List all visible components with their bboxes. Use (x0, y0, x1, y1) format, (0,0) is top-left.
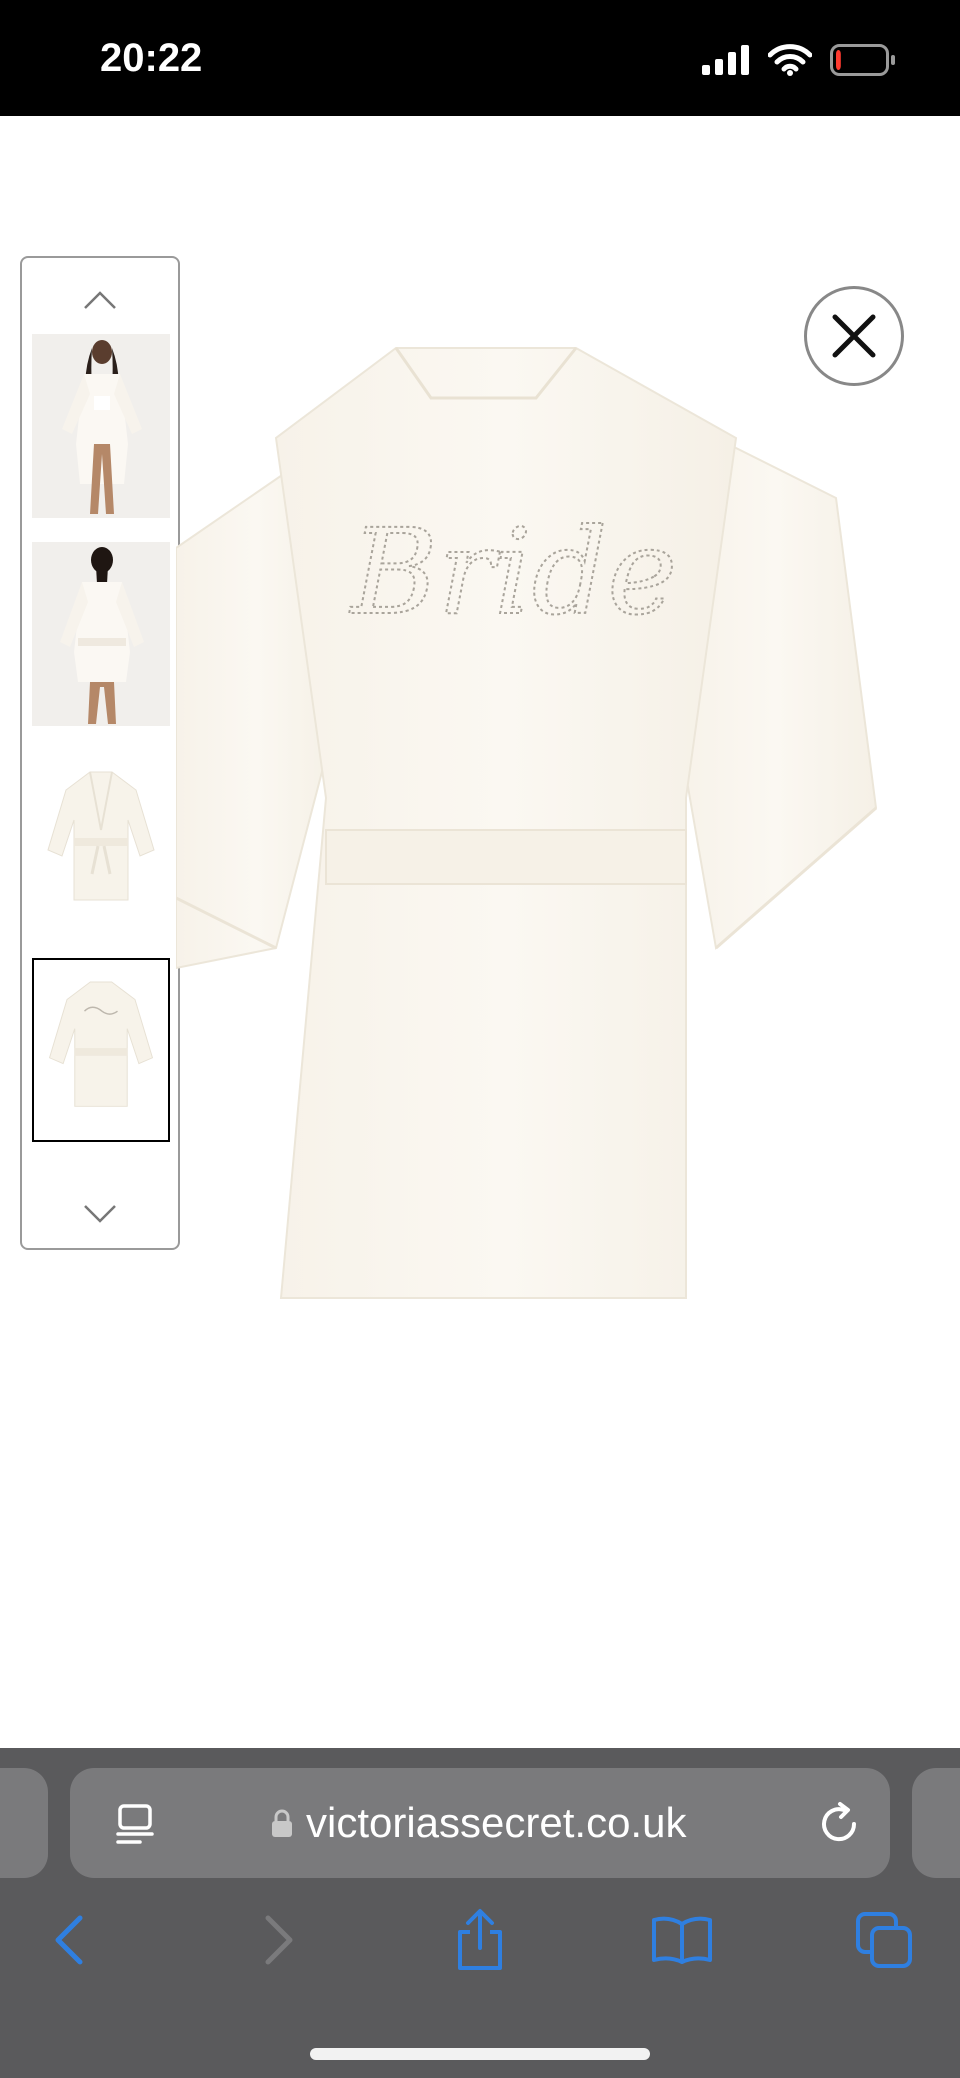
battery-level (836, 50, 841, 70)
thumbnail-image (34, 960, 168, 1140)
share-icon (458, 1909, 502, 1970)
back-chevron-icon (55, 1915, 83, 1965)
main-product-image: Bride (175, 338, 886, 1313)
browser-toolbar (0, 1886, 960, 1996)
bride-embroidery: Bride (349, 503, 677, 641)
forward-button[interactable] (246, 1908, 310, 1972)
share-button[interactable] (448, 1908, 512, 1972)
thumbnail-robe-back[interactable] (32, 958, 170, 1142)
book-icon (652, 1916, 712, 1964)
thumbnail-model-back[interactable] (32, 542, 170, 726)
reload-icon[interactable] (816, 1800, 862, 1846)
thumbnail-scroll-down-button[interactable] (22, 1194, 178, 1234)
home-indicator (310, 2048, 650, 2060)
next-tab-preview[interactable] (912, 1768, 960, 1878)
address-bar[interactable]: victoriassecret.co.uk (70, 1768, 890, 1878)
battery-icon (830, 44, 895, 76)
url-text: victoriassecret.co.uk (306, 1799, 687, 1846)
thumbnail-image (32, 334, 170, 518)
thumbnail-image (32, 542, 170, 726)
thumbnail-rail (20, 256, 180, 1250)
status-icons (702, 44, 896, 76)
thumbnail-model-front[interactable] (32, 334, 170, 518)
chevron-down-icon (84, 1205, 116, 1223)
chevron-up-icon (84, 291, 116, 309)
status-time: 20:22 (100, 36, 203, 80)
browser-bottom-bar: victoriassecret.co.uk (0, 1748, 960, 2078)
lock-icon (272, 1809, 292, 1837)
page-menu-icon[interactable] (110, 1798, 160, 1848)
url-display[interactable]: victoriassecret.co.uk (270, 1768, 770, 1878)
back-button[interactable] (38, 1908, 102, 1972)
robe-back-image: Bride (175, 347, 878, 1299)
status-bar: 20:22 (0, 0, 960, 116)
product-image-viewer: Bride (0, 116, 960, 1748)
forward-chevron-icon (265, 1915, 293, 1965)
bookmarks-button[interactable] (650, 1908, 714, 1972)
wifi-icon (768, 44, 812, 76)
thumbnail-image (32, 750, 170, 934)
thumbnail-scroll-up-button[interactable] (22, 280, 178, 320)
tabs-icon (856, 1912, 912, 1968)
cellular-signal-icon (702, 45, 749, 75)
tabs-button[interactable] (852, 1908, 916, 1972)
thumbnail-robe-front[interactable] (32, 750, 170, 934)
previous-tab-preview[interactable] (0, 1768, 48, 1878)
